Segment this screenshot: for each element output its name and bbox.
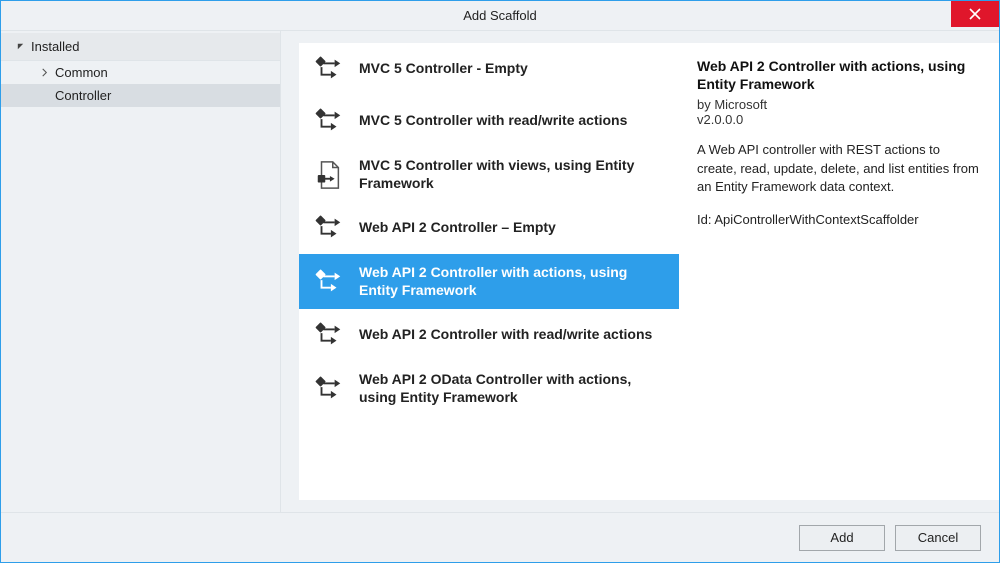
detail-publisher: by Microsoft — [697, 97, 981, 112]
tree-item-label: Common — [55, 65, 108, 80]
scaffold-item[interactable]: MVC 5 Controller - Empty — [299, 43, 679, 95]
tree-item-label: Controller — [55, 88, 111, 103]
controller-icon — [313, 159, 345, 191]
controller-icon — [313, 373, 345, 405]
detail-version: v2.0.0.0 — [697, 112, 981, 127]
scaffold-item-label: MVC 5 Controller with views, using Entit… — [359, 157, 667, 192]
expand-icon — [39, 68, 49, 78]
cancel-button[interactable]: Cancel — [895, 525, 981, 551]
detail-panel: Web API 2 Controller with actions, using… — [679, 43, 999, 500]
tree-section-label: Installed — [31, 39, 79, 54]
scaffold-item[interactable]: MVC 5 Controller with views, using Entit… — [299, 147, 679, 202]
scaffold-item-label: Web API 2 Controller with read/write act… — [359, 326, 652, 344]
scaffold-item-label: Web API 2 Controller – Empty — [359, 219, 556, 237]
dialog-footer: Add Cancel — [1, 512, 999, 562]
scaffold-item-label: Web API 2 OData Controller with actions,… — [359, 371, 667, 406]
collapse-icon — [15, 42, 25, 52]
scaffold-item[interactable]: MVC 5 Controller with read/write actions — [299, 95, 679, 147]
add-button[interactable]: Add — [799, 525, 885, 551]
controller-icon — [313, 266, 345, 298]
scaffold-item[interactable]: Web API 2 Controller – Empty — [299, 202, 679, 254]
title-bar: Add Scaffold — [1, 1, 999, 31]
main-panel: MVC 5 Controller - Empty MVC 5 Controlle… — [281, 31, 999, 512]
controller-icon — [313, 105, 345, 137]
tree-item-common[interactable]: Common — [1, 61, 280, 84]
scaffold-item-label: MVC 5 Controller with read/write actions — [359, 112, 627, 130]
scaffold-list: MVC 5 Controller - Empty MVC 5 Controlle… — [299, 43, 679, 500]
tree-section-installed[interactable]: Installed — [1, 33, 280, 61]
scaffold-item[interactable]: Web API 2 Controller with actions, using… — [299, 254, 679, 309]
content-area: Installed Common Controller MVC 5 Contro… — [1, 31, 999, 512]
detail-title: Web API 2 Controller with actions, using… — [697, 57, 981, 93]
tree-item-controller[interactable]: Controller — [1, 84, 280, 107]
detail-description: A Web API controller with REST actions t… — [697, 141, 981, 196]
controller-icon — [313, 53, 345, 85]
close-icon — [969, 8, 981, 20]
controller-icon — [313, 319, 345, 351]
controller-icon — [313, 212, 345, 244]
scaffold-item[interactable]: Web API 2 Controller with read/write act… — [299, 309, 679, 361]
sidebar: Installed Common Controller — [1, 31, 281, 512]
detail-id: Id: ApiControllerWithContextScaffolder — [697, 212, 981, 227]
close-button[interactable] — [951, 1, 999, 27]
window-title: Add Scaffold — [1, 8, 999, 23]
scaffold-item-label: Web API 2 Controller with actions, using… — [359, 264, 667, 299]
scaffold-item-label: MVC 5 Controller - Empty — [359, 60, 528, 78]
scaffold-item[interactable]: Web API 2 OData Controller with actions,… — [299, 361, 679, 416]
